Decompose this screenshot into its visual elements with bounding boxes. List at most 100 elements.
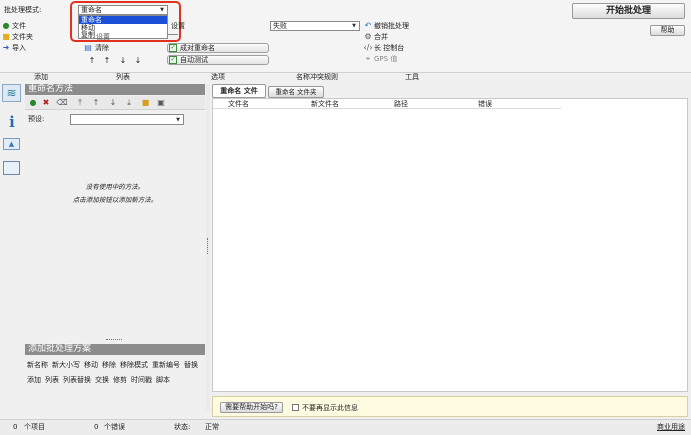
batch-link-trim[interactable]: 修剪 <box>113 377 127 384</box>
batch-link-timestamp[interactable]: 时间戳 <box>131 377 152 384</box>
import-icon[interactable]: ➜ <box>2 44 10 52</box>
vertical-splitter-grip <box>207 238 208 254</box>
need-help-button[interactable]: 需要帮助开始吗? <box>220 402 283 413</box>
settings-label[interactable]: 设置 <box>96 34 110 41</box>
batch-link-remove[interactable]: 移除 <box>102 362 116 369</box>
open-folder-icon[interactable]: ■ <box>141 99 150 107</box>
folder-icon[interactable] <box>3 161 20 175</box>
arrow-up-top-icon[interactable]: ⤒ <box>76 99 84 107</box>
arrow-up-icon[interactable]: ↑ <box>92 99 100 107</box>
pair-rename-toggle[interactable]: ✓ 成对重命名 <box>167 43 269 53</box>
section-label-conflict: 名称冲突规则 <box>296 73 338 81</box>
section-label-list: 列表 <box>116 73 130 81</box>
chevron-down-icon: ▼ <box>176 116 180 123</box>
rename-methods-header: 重命名方法 <box>25 84 205 95</box>
batch-link-remove-pattern[interactable]: 移除模式 <box>120 362 148 369</box>
errors-count: 0 <box>94 423 99 431</box>
section-label-add: 添加 <box>34 73 48 81</box>
batch-row-2: 添加 列表 列表替换 交换 修剪 时间戳 脚本 <box>27 377 170 384</box>
state-value: 正常 <box>205 423 219 431</box>
remove-method-icon[interactable]: ✖ <box>42 99 50 107</box>
auto-test-label: 自动测试 <box>180 56 208 64</box>
column-header-path[interactable]: 路径 <box>394 101 408 108</box>
options-label-fragment: 设置 <box>171 22 185 30</box>
clear-label[interactable]: 清除 <box>95 45 109 52</box>
state-label: 状态: <box>174 423 191 431</box>
batch-link-add[interactable]: 添加 <box>27 377 41 384</box>
empty-methods-line2: 点击添加按钮以添加新方法。 <box>72 196 158 204</box>
chevron-down-icon: ▼ <box>352 23 356 29</box>
gps-value-label[interactable]: GPS 值 <box>374 56 397 63</box>
add-file-label[interactable]: 文件 <box>12 23 26 30</box>
clear-icon[interactable]: ▤ <box>84 44 92 52</box>
batch-link-new-case[interactable]: 新大小写 <box>52 362 80 369</box>
batch-link-swap[interactable]: 交换 <box>95 377 109 384</box>
arrow-up-top-icon[interactable]: ↑ <box>103 56 111 65</box>
image-icon[interactable]: ▲ <box>3 138 20 150</box>
code-icon[interactable]: ‹/› <box>363 44 372 52</box>
save-icon[interactable]: ▣ <box>157 99 165 107</box>
batch-presets-header: 添加批处理方案 <box>25 344 205 355</box>
add-method-icon[interactable]: ● <box>29 99 37 107</box>
pair-rename-label: 成对重命名 <box>180 44 215 52</box>
annotation-highlight-box <box>70 1 181 42</box>
options-item-fragment <box>168 34 178 35</box>
batch-link-move[interactable]: 移动 <box>84 362 98 369</box>
commercial-use-link[interactable]: 商业用途 <box>657 424 685 431</box>
add-file-icon[interactable]: ● <box>2 22 10 30</box>
left-icon-strip <box>0 82 25 412</box>
conflict-rule-select[interactable]: 失败 ▼ <box>270 21 360 31</box>
batch-row-1: 新名称 新大小写 移动 移除 移除模式 重新编号 替换 <box>27 362 198 369</box>
folder-icon[interactable]: ■ <box>2 33 10 41</box>
batch-link-renumber[interactable]: 重新编号 <box>152 362 180 369</box>
arrow-down-icon[interactable]: ↓ <box>119 56 127 65</box>
tab-rename-folders[interactable]: 重命名 文件夹 <box>268 86 324 98</box>
tab-rename-files[interactable]: 重命名 文件 <box>212 84 266 98</box>
column-header-filename[interactable]: 文件名 <box>228 101 249 108</box>
location-pin-icon[interactable]: ⌖ <box>364 55 372 63</box>
import-label[interactable]: 导入 <box>12 45 26 52</box>
batch-link-list[interactable]: 列表 <box>45 377 59 384</box>
file-list[interactable] <box>212 98 688 392</box>
help-button[interactable]: 帮助 <box>650 25 685 36</box>
undo-icon[interactable]: ↶ <box>364 22 372 30</box>
dont-show-checkbox[interactable] <box>292 404 299 411</box>
check-icon: ✓ <box>169 56 177 64</box>
info-icon[interactable]: i <box>4 113 20 131</box>
horizontal-splitter-grip[interactable] <box>106 339 122 341</box>
dont-show-label[interactable]: 不要再显示此信息 <box>302 405 358 412</box>
arrow-up-icon[interactable]: ↑ <box>88 56 96 65</box>
batch-link-list-replace[interactable]: 列表替换 <box>63 377 91 384</box>
layers-icon[interactable]: ≋ <box>2 84 21 102</box>
column-header-error[interactable]: 错误 <box>478 101 492 108</box>
delete-icon[interactable]: ⌫ <box>56 99 67 107</box>
gear-icon[interactable]: ⚙ <box>364 33 372 41</box>
section-label-options: 选项 <box>211 73 225 81</box>
conflict-rule-value: 失败 <box>273 22 287 30</box>
arrow-down-icon[interactable]: ↓ <box>109 99 117 107</box>
column-header-new-filename[interactable]: 新文件名 <box>311 101 339 108</box>
add-folder-label[interactable]: 文件夹 <box>12 34 33 41</box>
empty-methods-line1: 没有使用中的方法。 <box>85 183 145 191</box>
start-batch-button[interactable]: 开始批处理 <box>572 3 685 19</box>
help-bar <box>212 396 688 417</box>
arrow-down-bottom-icon[interactable]: ↓ <box>134 56 142 65</box>
items-label: 个项目 <box>24 423 45 431</box>
batch-link-script[interactable]: 脚本 <box>156 377 170 384</box>
batch-link-new-name[interactable]: 新名称 <box>27 362 48 369</box>
auto-test-toggle[interactable]: ✓ 自动测试 <box>167 55 269 65</box>
section-label-tools: 工具 <box>405 73 419 81</box>
file-list-header <box>213 99 561 109</box>
preset-select[interactable]: ▼ <box>70 114 184 125</box>
preset-label: 预设: <box>28 115 45 123</box>
undo-batch-label[interactable]: 撤销批处理 <box>374 23 409 30</box>
items-count: 0 <box>13 423 18 431</box>
console-label[interactable]: 长 控制台 <box>374 45 404 52</box>
arrow-down-bottom-icon[interactable]: ⤓ <box>125 99 133 107</box>
merge-label[interactable]: 合并 <box>374 34 388 41</box>
batch-mode-label: 批处理模式: <box>4 6 42 14</box>
errors-label: 个错误 <box>104 423 125 431</box>
check-icon: ✓ <box>169 44 177 52</box>
section-labels-bar <box>0 72 691 82</box>
batch-link-replace[interactable]: 替换 <box>184 362 198 369</box>
